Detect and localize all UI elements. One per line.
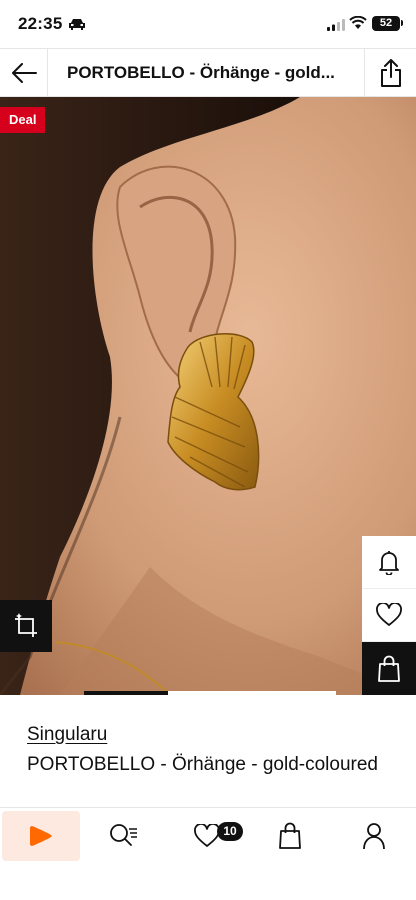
tab-profile[interactable] (334, 811, 414, 861)
brand-link[interactable]: Singularu (27, 724, 107, 746)
wishlist-button[interactable] (362, 589, 416, 642)
person-icon (363, 823, 385, 850)
bell-icon (379, 551, 399, 575)
share-icon (380, 59, 401, 87)
visual-search-button[interactable] (0, 600, 52, 652)
wifi-icon (349, 15, 367, 35)
product-photo (0, 97, 416, 695)
bag-icon (279, 822, 301, 849)
product-name: PORTOBELLO - Örhänge - gold-coloured (27, 754, 378, 775)
wishlist-count-badge: 10 (217, 822, 243, 841)
back-button[interactable] (0, 49, 48, 97)
car-icon (68, 17, 86, 35)
product-side-actions (362, 536, 416, 695)
bag-icon (378, 655, 400, 682)
cellular-signal-icon (327, 18, 345, 36)
carousel-indicator-active (84, 691, 168, 695)
heart-icon (376, 603, 402, 626)
product-image[interactable] (0, 97, 416, 695)
carousel-indicator-track (168, 691, 336, 695)
status-bar: 22:35 52 (0, 0, 416, 48)
tab-search[interactable] (84, 811, 164, 861)
top-navigation-bar: PORTOBELLO - Örhänge - gold... (0, 48, 416, 97)
tab-cart[interactable] (250, 811, 330, 861)
crop-sparkle-icon (15, 613, 37, 637)
arrow-left-icon (11, 63, 37, 83)
battery-tip (401, 20, 403, 26)
tab-home[interactable] (2, 811, 80, 861)
battery-level: 52 (372, 16, 400, 31)
bottom-tab-bar: 10 (0, 807, 416, 900)
page-title: PORTOBELLO - Örhänge - gold... (67, 63, 335, 82)
status-time: 22:35 (18, 14, 63, 33)
price-alert-button[interactable] (362, 536, 416, 589)
search-filter-icon (110, 824, 137, 846)
share-button[interactable] (364, 49, 416, 97)
add-to-bag-button[interactable] (362, 642, 416, 695)
play-logo-icon (30, 826, 52, 846)
deal-badge: Deal (0, 107, 46, 133)
